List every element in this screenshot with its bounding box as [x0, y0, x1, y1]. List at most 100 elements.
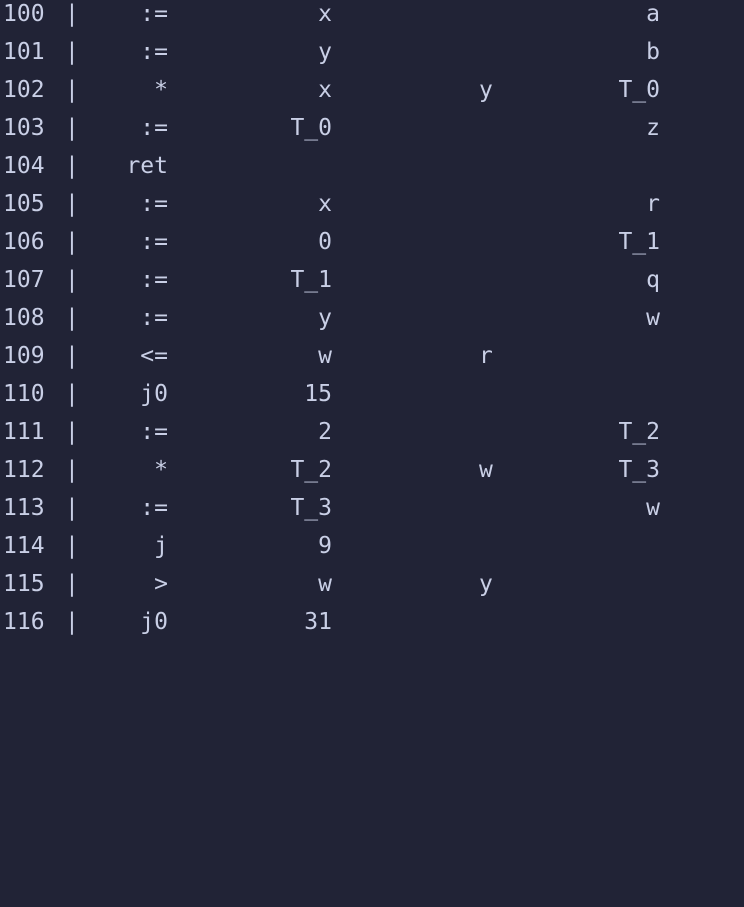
operand-1: 0 [318, 229, 332, 255]
operator: := [140, 305, 168, 331]
result [580, 527, 660, 565]
operator: := [140, 267, 168, 293]
separator: | [65, 457, 79, 483]
result [580, 565, 660, 603]
operand-2 [479, 0, 519, 33]
operand-2 [479, 33, 519, 71]
operator: j [154, 533, 168, 559]
line-number: 100 [3, 1, 45, 27]
operator: := [140, 191, 168, 217]
line-number: 107 [3, 267, 45, 293]
operand-2 [479, 603, 519, 641]
quad-row: 103 | := T_0 z [0, 109, 744, 147]
result: w [646, 305, 660, 331]
separator: | [65, 571, 79, 597]
result: r [646, 191, 660, 217]
operand-2: w [479, 457, 493, 483]
result: w [646, 495, 660, 521]
separator: | [65, 609, 79, 635]
operator: <= [140, 343, 168, 369]
separator: | [65, 495, 79, 521]
operator: := [140, 115, 168, 141]
result [580, 603, 660, 641]
operand-2 [479, 147, 519, 185]
operator: > [154, 571, 168, 597]
separator: | [65, 191, 79, 217]
result: q [646, 267, 660, 293]
result: T_3 [618, 457, 660, 483]
result [580, 337, 660, 375]
line-number: 113 [3, 495, 45, 521]
operand-1: 9 [318, 533, 332, 559]
operand-2 [479, 413, 519, 451]
separator: | [65, 77, 79, 103]
line-number: 104 [3, 153, 45, 179]
quad-row: 102 | * x y T_0 [0, 71, 744, 109]
separator: | [65, 343, 79, 369]
quad-row: 110 | j0 15 [0, 375, 744, 413]
line-number: 112 [3, 457, 45, 483]
line-number: 103 [3, 115, 45, 141]
quad-row: 107 | := T_1 q [0, 261, 744, 299]
operand-1: y [318, 39, 332, 65]
quad-row: 101 | := y b [0, 33, 744, 71]
operand-2 [479, 261, 519, 299]
result: T_2 [618, 419, 660, 445]
operand-1: 31 [304, 609, 332, 635]
operand-2 [479, 489, 519, 527]
operand-2: r [479, 343, 493, 369]
result: a [646, 1, 660, 27]
line-number: 109 [3, 343, 45, 369]
separator: | [65, 153, 79, 179]
operand-2 [479, 299, 519, 337]
result [580, 375, 660, 413]
separator: | [65, 381, 79, 407]
result [580, 147, 660, 185]
quad-row: 109 | <= w r [0, 337, 744, 375]
operand-1 [252, 147, 332, 185]
quad-row: 105 | := x r [0, 185, 744, 223]
operand-1: T_0 [290, 115, 332, 141]
operand-1: w [318, 571, 332, 597]
operator: ret [126, 153, 168, 179]
line-number: 108 [3, 305, 45, 331]
operand-1: x [318, 77, 332, 103]
result: T_1 [618, 229, 660, 255]
operand-2 [479, 185, 519, 223]
separator: | [65, 267, 79, 293]
quad-row: 108 | := y w [0, 299, 744, 337]
quad-row: 114 | j 9 [0, 527, 744, 565]
line-number: 106 [3, 229, 45, 255]
separator: | [65, 115, 79, 141]
operand-1: T_2 [290, 457, 332, 483]
quad-row: 106 | := 0 T_1 [0, 223, 744, 261]
line-number: 115 [3, 571, 45, 597]
operand-2 [479, 375, 519, 413]
operator: * [154, 457, 168, 483]
line-number: 114 [3, 533, 45, 559]
operand-1: x [318, 191, 332, 217]
separator: | [65, 419, 79, 445]
operand-1: x [318, 1, 332, 27]
operator: := [140, 229, 168, 255]
quad-row: 111 | := 2 T_2 [0, 413, 744, 451]
result: b [646, 39, 660, 65]
line-number: 110 [3, 381, 45, 407]
operator: := [140, 419, 168, 445]
line-number: 111 [3, 419, 45, 445]
operand-1: T_3 [290, 495, 332, 521]
quad-row: 113 | := T_3 w [0, 489, 744, 527]
operand-1: y [318, 305, 332, 331]
operand-2: y [479, 77, 493, 103]
quad-row: 116 | j0 31 [0, 603, 744, 641]
operator: j0 [140, 381, 168, 407]
operator: := [140, 495, 168, 521]
separator: | [65, 533, 79, 559]
operand-1: 15 [304, 381, 332, 407]
quad-row: 100 | := x a [0, 0, 744, 33]
quad-row: 112 | * T_2 w T_3 [0, 451, 744, 489]
operand-2 [479, 527, 519, 565]
separator: | [65, 1, 79, 27]
result: z [646, 115, 660, 141]
operator: j0 [140, 609, 168, 635]
